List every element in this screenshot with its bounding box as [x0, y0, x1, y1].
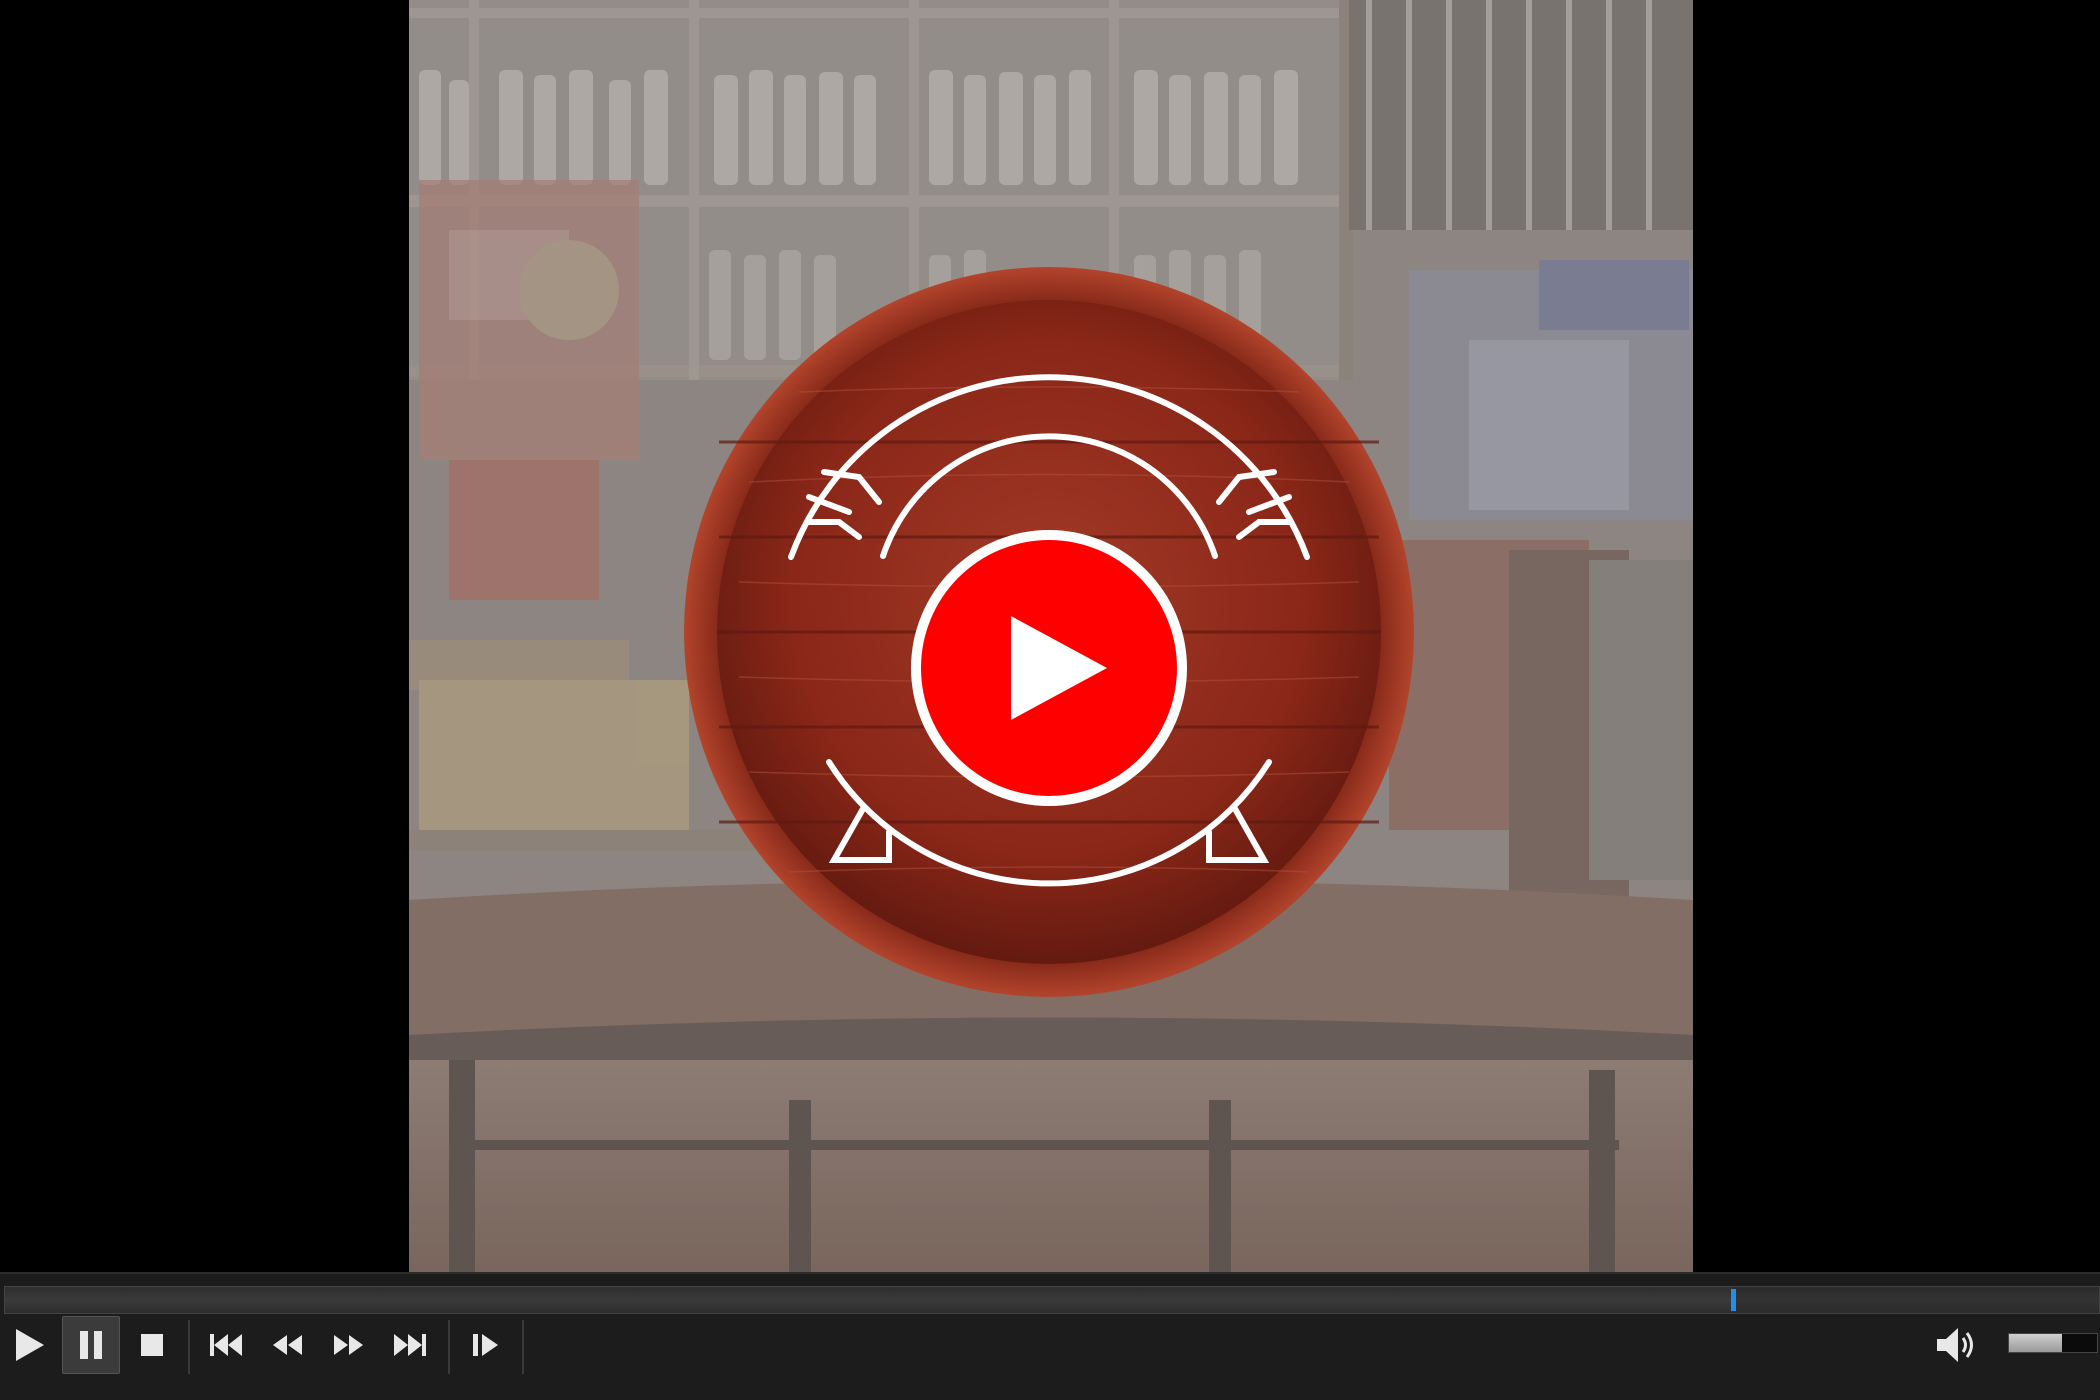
pause-icon: [80, 1331, 102, 1359]
youtube-play-icon[interactable]: [911, 530, 1187, 806]
play-button[interactable]: [8, 1316, 52, 1374]
seek-bar-progress: [5, 1287, 1733, 1313]
pause-button[interactable]: [62, 1316, 120, 1374]
volume-level: [2009, 1334, 2062, 1352]
video-viewport[interactable]: [0, 0, 2100, 1272]
separator: [522, 1320, 524, 1374]
previous-button[interactable]: [204, 1316, 250, 1374]
barrel-logo[interactable]: [684, 267, 1414, 997]
rewind-icon: [273, 1335, 302, 1355]
skip-next-icon: [394, 1334, 426, 1356]
frame-step-icon: [473, 1334, 498, 1356]
video-frame[interactable]: [409, 0, 1693, 1272]
separator: [448, 1320, 450, 1374]
play-icon: [16, 1329, 44, 1361]
stop-icon: [141, 1334, 163, 1356]
fast-forward-button[interactable]: [326, 1316, 370, 1374]
stop-button[interactable]: [132, 1316, 172, 1374]
fast-forward-icon: [334, 1335, 363, 1355]
volume-slider[interactable]: [2008, 1333, 2098, 1353]
seek-handle[interactable]: [1730, 1289, 1736, 1311]
skip-previous-icon: [210, 1334, 242, 1356]
rewind-button[interactable]: [266, 1316, 310, 1374]
seek-bar[interactable]: [4, 1286, 2100, 1314]
volume-button[interactable]: [1932, 1316, 1982, 1374]
separator: [188, 1320, 190, 1374]
speaker-icon: [1937, 1328, 1973, 1362]
player-controls-bar: [0, 1272, 2100, 1400]
next-button[interactable]: [386, 1316, 432, 1374]
frame-step-button[interactable]: [464, 1316, 508, 1374]
